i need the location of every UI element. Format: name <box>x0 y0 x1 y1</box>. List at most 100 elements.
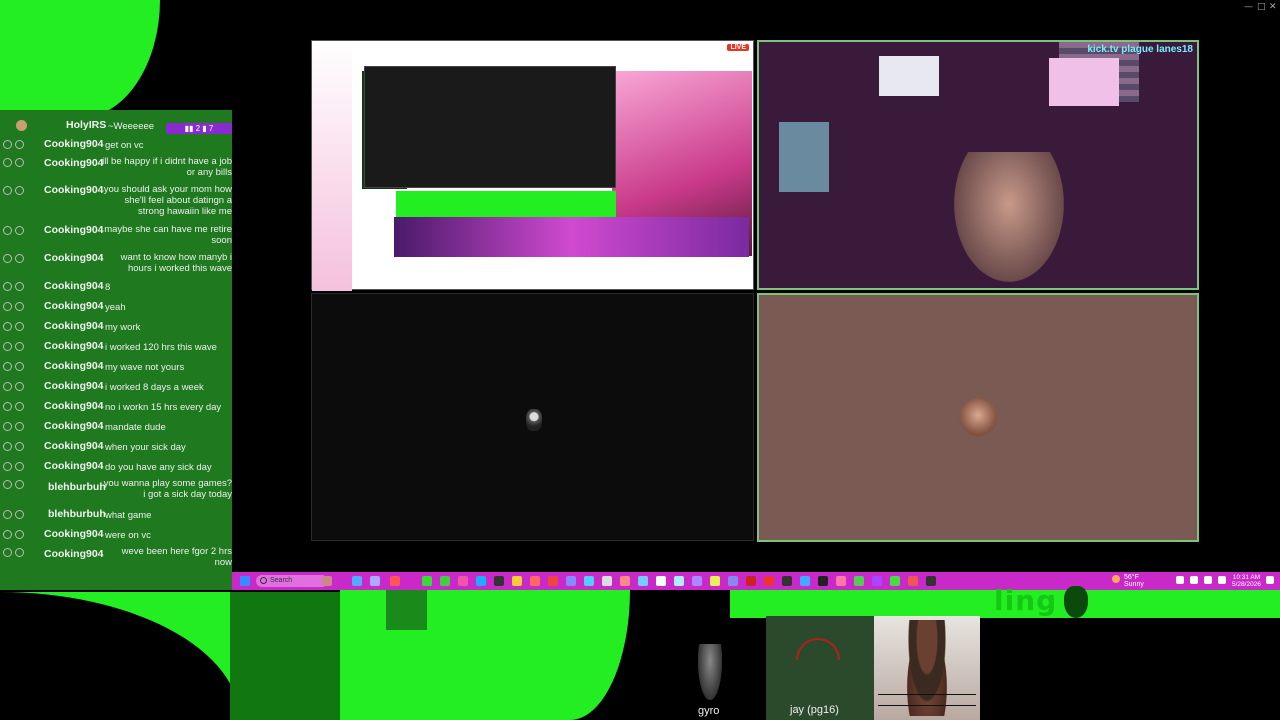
participant-jay[interactable]: jay (pg16) <box>766 616 874 720</box>
app-icon[interactable] <box>908 576 918 586</box>
chat-username[interactable]: Cooking904 <box>44 549 104 560</box>
app-icon[interactable] <box>530 576 540 586</box>
app-icon[interactable] <box>890 576 900 586</box>
app-icon[interactable] <box>352 576 362 586</box>
discord-icon[interactable] <box>728 576 738 586</box>
mod-action-icon[interactable] <box>3 302 12 311</box>
participant-tile[interactable] <box>311 293 754 541</box>
chat-username[interactable]: Cooking904 <box>44 361 104 372</box>
app-icon[interactable] <box>782 576 792 586</box>
app-icon[interactable] <box>548 576 558 586</box>
mod-action-icon[interactable] <box>3 186 12 195</box>
chat-username[interactable]: Cooking904 <box>44 341 104 352</box>
app-icon[interactable] <box>656 576 666 586</box>
mod-icons <box>3 158 29 168</box>
app-icon[interactable] <box>836 576 846 586</box>
app-icon[interactable] <box>602 576 612 586</box>
app-icon[interactable] <box>638 576 648 586</box>
chat-username[interactable]: Cooking904 <box>44 421 104 432</box>
participant-camera[interactable] <box>874 616 980 720</box>
app-icon[interactable] <box>322 576 332 586</box>
chat-username[interactable]: Cooking904 <box>44 321 104 332</box>
minimize-button[interactable]: — <box>1244 2 1253 12</box>
participant-tile-speaking[interactable] <box>757 293 1199 542</box>
mod-action-icon[interactable] <box>3 548 12 557</box>
mod-action-icon[interactable] <box>3 362 12 371</box>
mod-action-icon[interactable] <box>3 462 12 471</box>
chat-username[interactable]: Cooking904 <box>44 185 104 196</box>
mod-action-icon[interactable] <box>3 480 12 489</box>
mod-action-icon[interactable] <box>3 158 12 167</box>
chat-username[interactable]: blehburbuh <box>48 509 106 520</box>
chat-message: Cooking904 8 <box>0 280 234 293</box>
app-icon[interactable] <box>872 576 882 586</box>
mod-action-icon[interactable] <box>3 342 12 351</box>
chat-username[interactable]: blehburbuh <box>48 482 106 493</box>
chat-username[interactable]: Cooking904 <box>44 381 104 392</box>
mod-action-icon[interactable] <box>3 422 12 431</box>
chat-username[interactable]: HolyIRS <box>66 120 106 131</box>
mod-action-icon[interactable] <box>3 140 12 149</box>
taskbar-search[interactable]: Search <box>256 575 328 587</box>
battery-icon[interactable] <box>1218 576 1226 584</box>
mod-action-icon[interactable] <box>3 442 12 451</box>
chat-username[interactable]: Cooking904 <box>44 401 104 412</box>
chat-username[interactable]: Cooking904 <box>44 139 104 150</box>
wifi-icon[interactable] <box>1190 576 1198 584</box>
chat-username[interactable]: Cooking904 <box>44 253 104 264</box>
edge-icon[interactable] <box>476 576 486 586</box>
windows-start-icon[interactable] <box>240 576 250 586</box>
folder-icon[interactable] <box>512 576 522 586</box>
chevron-up-icon[interactable] <box>1176 576 1184 584</box>
chat-username[interactable]: Cooking904 <box>44 441 104 452</box>
app-icon[interactable] <box>800 576 810 586</box>
chat-username[interactable]: Cooking904 <box>44 529 104 540</box>
screen-share-tile[interactable]: LIVE <box>311 40 754 291</box>
weather-icon[interactable] <box>1112 575 1120 583</box>
app-icon[interactable] <box>764 576 774 586</box>
participant-gyro[interactable]: gyro <box>690 640 730 720</box>
notification-bell-icon[interactable] <box>1266 576 1274 584</box>
maximize-button[interactable]: □ <box>1257 2 1266 12</box>
app-icon[interactable] <box>674 576 684 586</box>
chat-username[interactable]: Cooking904 <box>44 461 104 472</box>
app-icon[interactable] <box>370 576 380 586</box>
xbox-icon[interactable] <box>422 576 432 586</box>
monitor-screen <box>1049 58 1119 106</box>
small-video-thumbnail[interactable] <box>386 590 427 630</box>
app-icon[interactable] <box>440 576 450 586</box>
terminal-icon[interactable] <box>494 576 504 586</box>
mod-action-icon[interactable] <box>3 226 12 235</box>
close-button[interactable]: ✕ <box>1269 2 1277 12</box>
app-icon[interactable] <box>710 576 720 586</box>
mod-action-icon[interactable] <box>3 322 12 331</box>
chat-username[interactable]: Cooking904 <box>44 225 104 236</box>
app-icon[interactable] <box>692 576 702 586</box>
app-icon[interactable] <box>390 576 400 586</box>
chat-username[interactable]: Cooking904 <box>44 158 104 169</box>
webcam-tile[interactable]: kick.tv plague lanes18 <box>757 40 1199 290</box>
mod-action-icon[interactable] <box>3 382 12 391</box>
user-icon <box>15 382 24 391</box>
mod-action-icon[interactable] <box>3 510 12 519</box>
taskbar-clock[interactable]: 10:31 AM 5/28/2026 <box>1232 574 1261 588</box>
taskbar-weather[interactable]: 56°F Sunny <box>1124 574 1144 588</box>
volume-icon[interactable] <box>1204 576 1212 584</box>
app-icon[interactable] <box>818 576 828 586</box>
mod-icons <box>3 480 29 490</box>
chat-username[interactable]: Cooking904 <box>44 301 104 312</box>
mod-action-icon[interactable] <box>3 530 12 539</box>
mod-action-icon[interactable] <box>3 402 12 411</box>
app-icon[interactable] <box>584 576 594 586</box>
app-icon[interactable] <box>620 576 630 586</box>
app-icon[interactable] <box>458 576 468 586</box>
app-icon[interactable] <box>746 576 756 586</box>
app-icon[interactable] <box>566 576 576 586</box>
app-icon[interactable] <box>854 576 864 586</box>
chat-username[interactable]: Cooking904 <box>44 281 104 292</box>
mod-action-icon[interactable] <box>3 282 12 291</box>
chat-text: 8 <box>105 282 111 293</box>
avatar <box>959 398 997 436</box>
app-icon[interactable] <box>926 576 936 586</box>
mod-action-icon[interactable] <box>3 254 12 263</box>
